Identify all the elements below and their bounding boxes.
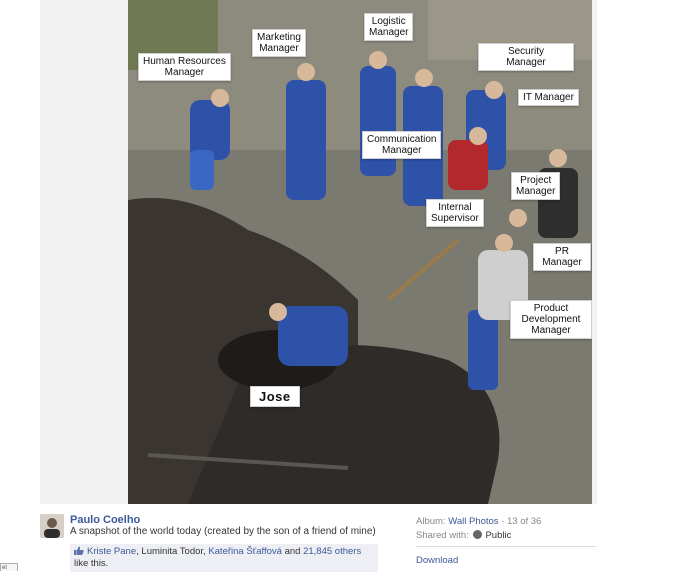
avatar[interactable] xyxy=(40,514,64,538)
liker-link-1[interactable]: Kriste Pane xyxy=(87,546,136,557)
liker-link-3[interactable]: Kateřina Šťaffová xyxy=(208,546,282,557)
shared-with-label: Shared with: xyxy=(416,530,472,541)
album-label: Album: xyxy=(416,516,449,527)
label-hr-manager: Human Resources Manager xyxy=(138,53,231,81)
label-pr-manager: PR Manager xyxy=(533,243,591,271)
download-link[interactable]: Download xyxy=(416,555,458,566)
label-jose: Jose xyxy=(250,386,300,407)
label-product-development-manager: Product Development Manager xyxy=(510,300,592,339)
label-it-manager: IT Manager xyxy=(518,89,579,106)
author-link[interactable]: Paulo Coelho xyxy=(70,514,140,526)
album-link[interactable]: Wall Photos xyxy=(448,516,498,527)
likes-box: Kriste Pane, Luminita Todor, Kateřina Šť… xyxy=(70,544,378,572)
label-internal-supervisor: Internal Supervisor xyxy=(426,199,484,227)
photo-stage: Human Resources Manager Marketing Manage… xyxy=(40,0,597,504)
post-meta: Paulo Coelho A snapshot of the world tod… xyxy=(0,514,680,572)
likes-suffix-text: like this. xyxy=(74,558,109,569)
sidebar-divider xyxy=(416,546,596,547)
label-security-manager: Security Manager xyxy=(478,43,574,71)
photo-sidebar: Album: Wall Photos · 13 of 36 Shared wit… xyxy=(416,516,541,544)
liker-text-2: Luminita Todor xyxy=(141,546,204,557)
album-position: · 13 of 36 xyxy=(498,516,542,527)
label-marketing-manager: Marketing Manager xyxy=(252,29,306,57)
like-thumb-icon xyxy=(74,546,84,555)
post-caption: A snapshot of the world today (created b… xyxy=(70,526,376,537)
likes-others-link[interactable]: 21,845 others xyxy=(303,546,361,557)
likes-and-text: and xyxy=(281,546,304,557)
label-project-manager: Project Manager xyxy=(511,172,561,200)
main-photo[interactable]: Human Resources Manager Marketing Manage… xyxy=(128,0,592,504)
label-communication-manager: Communication Manager xyxy=(362,131,442,159)
globe-icon xyxy=(473,530,483,539)
label-logistic-manager: Logistic Manager xyxy=(364,13,414,41)
corner-tab[interactable]: et xyxy=(0,563,18,571)
privacy-value[interactable]: Public xyxy=(485,530,511,541)
person-icon xyxy=(40,514,64,538)
